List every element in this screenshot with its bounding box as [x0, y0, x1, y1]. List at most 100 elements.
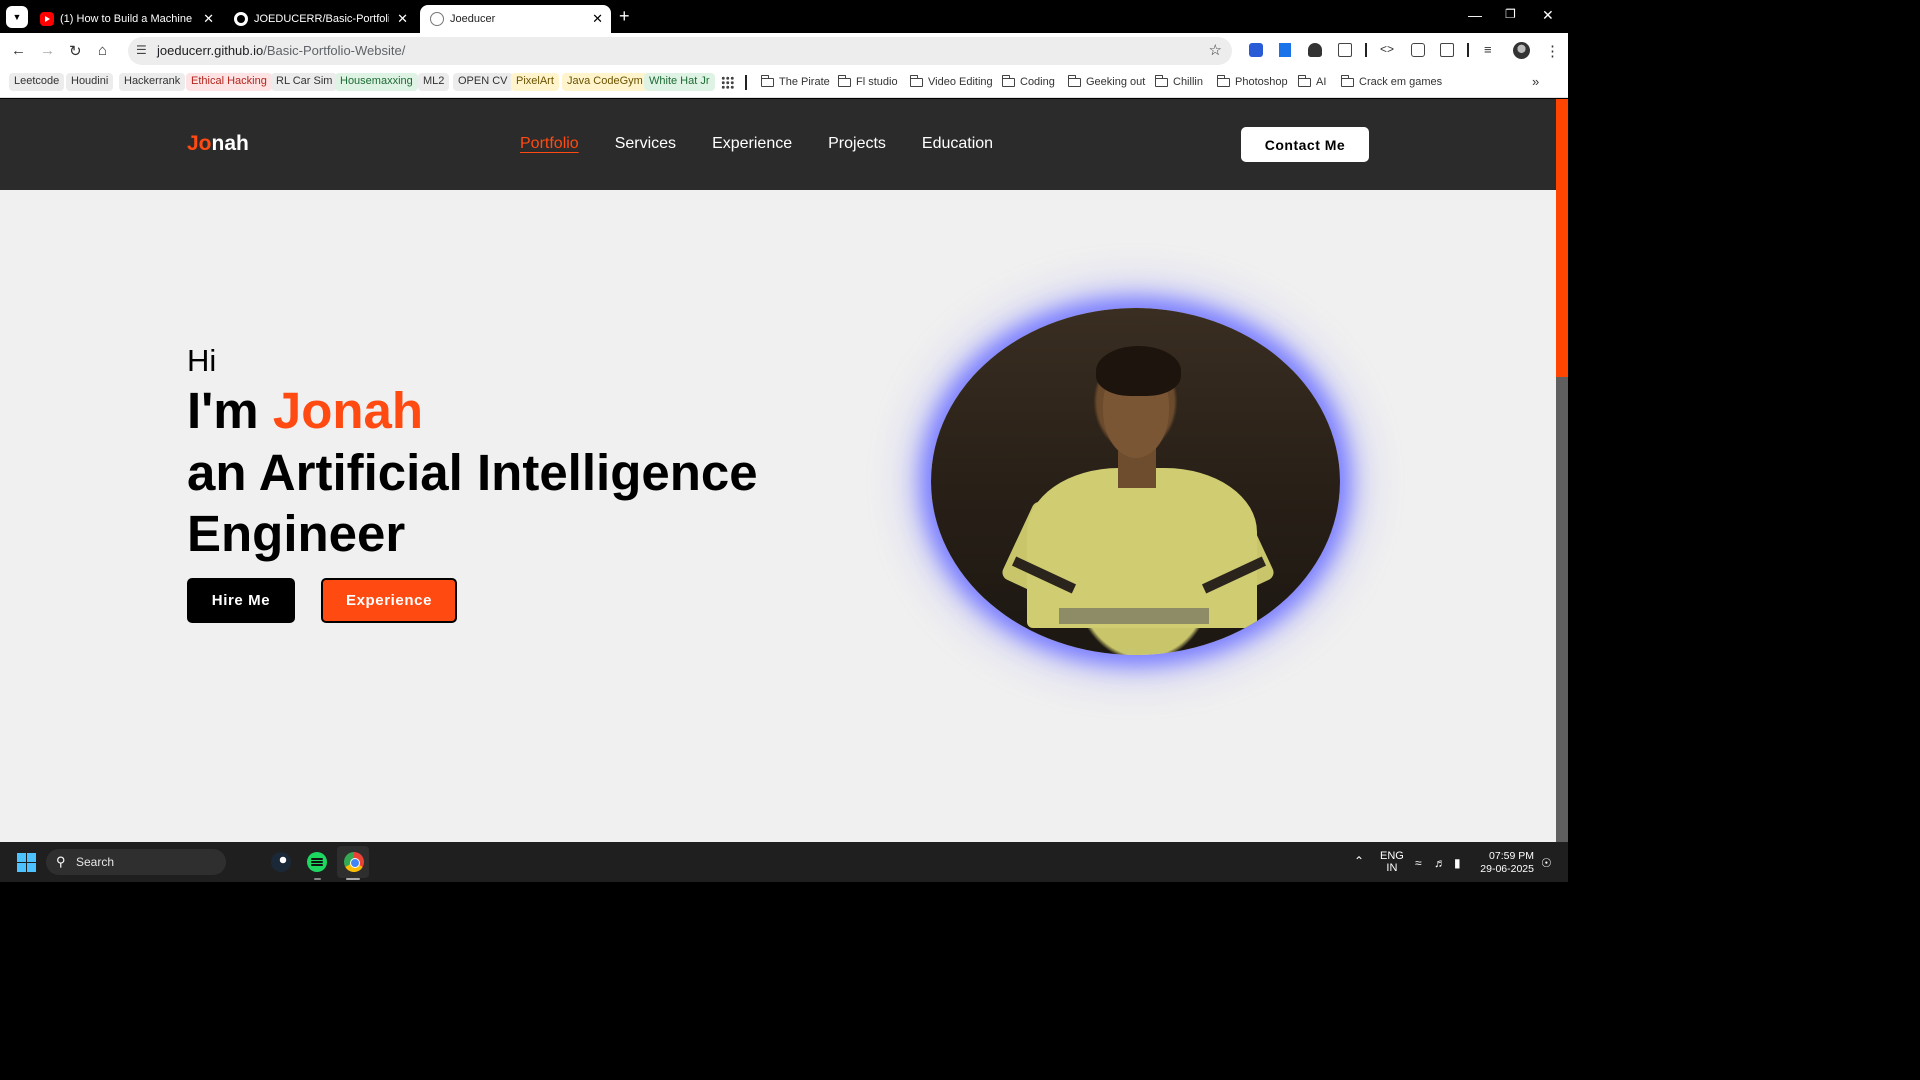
contact-me-button[interactable]: Contact Me: [1241, 127, 1369, 162]
bookmark-item[interactable]: ML2: [418, 73, 450, 91]
forward-arrow-icon[interactable]: →: [40, 42, 55, 59]
logo-accent: Jo: [187, 132, 212, 155]
hire-me-button[interactable]: Hire Me: [187, 578, 295, 623]
bookmark-folder[interactable]: Coding: [1001, 74, 1060, 92]
close-icon[interactable]: ✕: [397, 11, 408, 27]
volume-icon[interactable]: ♬: [1434, 856, 1446, 870]
toolbar-divider: [1365, 43, 1367, 57]
notification-bell-icon[interactable]: ☉: [1541, 856, 1552, 870]
hero-intro-prefix: I'm: [187, 382, 259, 439]
reading-list-icon[interactable]: ≡: [1484, 42, 1492, 57]
bookmark-folder[interactable]: AI: [1297, 74, 1331, 92]
bookmark-item[interactable]: Housemaxxing: [335, 73, 418, 91]
browser-tab-joeducer[interactable]: Joeducer ✕: [420, 5, 611, 33]
nav-link-education[interactable]: Education: [922, 135, 993, 153]
toolbar-divider: [1467, 43, 1469, 57]
experience-button[interactable]: Experience: [321, 578, 457, 623]
windows-start-icon[interactable]: [17, 853, 36, 872]
site-header: Jonah Portfolio Services Experience Proj…: [0, 99, 1556, 190]
apps-grid-icon[interactable]: [721, 76, 734, 89]
minimize-icon[interactable]: —: [1468, 7, 1482, 23]
chevron-up-icon[interactable]: ⌃: [1354, 854, 1364, 868]
extension-trello-icon[interactable]: [1279, 43, 1291, 57]
chevron-down-icon: ▼: [12, 12, 22, 22]
bookmark-item[interactable]: RL Car Sim: [271, 73, 338, 91]
folder-icon: [1067, 75, 1081, 87]
windows-taskbar: ⚲ Search ⌃ ENG IN ≈ ♬ ▮ 07:59 PM 29-06-2…: [0, 842, 1568, 882]
extension-robot-icon[interactable]: [1411, 43, 1425, 57]
bookmark-folder[interactable]: Photoshop: [1216, 74, 1293, 92]
page-viewport: Jonah Portfolio Services Experience Proj…: [0, 99, 1556, 842]
bookmark-item[interactable]: Hackerrank: [119, 73, 186, 91]
extensions-puzzle-icon[interactable]: [1338, 43, 1352, 57]
window-close-icon[interactable]: ✕: [1542, 7, 1554, 24]
battery-icon[interactable]: ▮: [1454, 856, 1461, 870]
language-indicator[interactable]: ENG IN: [1380, 850, 1404, 874]
steam-icon[interactable]: [271, 852, 291, 872]
spotify-icon[interactable]: [307, 852, 327, 872]
tab-search-button[interactable]: ▼: [6, 6, 28, 28]
url-text[interactable]: joeducerr.github.io/Basic-Portfolio-Webs…: [157, 43, 405, 58]
bookmark-folder[interactable]: The Pirate: [760, 74, 835, 92]
url-host: joeducerr.github.io: [157, 43, 264, 58]
profile-avatar[interactable]: [1513, 42, 1530, 59]
bookmark-item[interactable]: OPEN CV: [453, 73, 513, 91]
nav-link-projects[interactable]: Projects: [828, 135, 886, 153]
reload-icon[interactable]: ↻: [69, 42, 82, 60]
browser-toolbar: ← → ↻ ⌂ ☰ joeducerr.github.io/Basic-Port…: [0, 33, 1568, 69]
folder-icon: [1154, 75, 1168, 87]
extension-hat-icon[interactable]: [1308, 43, 1322, 57]
bookmark-folder-label: Coding: [1020, 76, 1055, 88]
taskbar-search[interactable]: ⚲ Search: [46, 849, 226, 875]
browser-tab-github[interactable]: JOEDUCERR/Basic-Portfolio-We ✕: [224, 5, 416, 33]
nav-link-services[interactable]: Services: [615, 135, 676, 153]
site-info-icon[interactable]: ☰: [136, 43, 147, 57]
address-bar[interactable]: ☰ joeducerr.github.io/Basic-Portfolio-We…: [128, 37, 1232, 65]
back-arrow-icon[interactable]: ←: [11, 42, 26, 59]
bookmark-folder[interactable]: Crack em games: [1340, 74, 1447, 92]
bookmark-folder[interactable]: Video Editing: [909, 74, 998, 92]
bookmark-item[interactable]: Leetcode: [9, 73, 65, 91]
nav-link-experience[interactable]: Experience: [712, 135, 792, 153]
bookmark-folder-label: Chillin: [1173, 76, 1203, 88]
bookmark-star-icon[interactable]: ☆: [1209, 41, 1222, 59]
folder-icon: [1216, 75, 1230, 87]
bookmark-item[interactable]: PixelArt: [511, 73, 559, 91]
wifi-icon[interactable]: ≈: [1415, 856, 1422, 870]
youtube-icon: [40, 12, 54, 26]
new-tab-plus-icon[interactable]: +: [619, 6, 630, 27]
bookmark-item[interactable]: White Hat Jr: [644, 73, 715, 91]
close-icon[interactable]: ✕: [203, 11, 214, 27]
folder-icon: [909, 75, 923, 87]
chrome-icon[interactable]: [344, 852, 364, 872]
folder-icon: [1001, 75, 1015, 87]
extension-translate-icon[interactable]: [1249, 43, 1263, 57]
bookmark-folder[interactable]: Fl studio: [837, 74, 903, 92]
site-logo[interactable]: Jonah: [187, 132, 249, 156]
more-menu-icon[interactable]: ⋮: [1545, 42, 1560, 60]
chevron-double-right-icon[interactable]: »: [1532, 74, 1539, 89]
photo-detail: [1059, 608, 1209, 624]
restore-icon[interactable]: ❐: [1505, 7, 1516, 21]
browser-tab-youtube[interactable]: (1) How to Build a Machine Lea ✕: [30, 5, 222, 33]
bookmark-folder[interactable]: Chillin: [1154, 74, 1208, 92]
nav-link-portfolio[interactable]: Portfolio: [520, 135, 579, 153]
logo-rest: nah: [211, 132, 249, 155]
taskbar-clock[interactable]: 07:59 PM 29-06-2025: [1480, 850, 1534, 876]
hero-role-line: an Artificial Intelligence: [187, 444, 758, 501]
close-icon[interactable]: ✕: [592, 11, 603, 27]
bookmark-item[interactable]: Java CodeGym: [562, 73, 648, 91]
home-icon[interactable]: ⌂: [98, 42, 107, 59]
bookmark-folder-label: Fl studio: [856, 76, 898, 88]
hero-role-line: Engineer: [187, 505, 406, 562]
running-indicator: [314, 878, 321, 880]
code-icon[interactable]: <>: [1380, 42, 1394, 56]
cast-devices-icon[interactable]: [1440, 43, 1454, 57]
tab-title: JOEDUCERR/Basic-Portfolio-We: [254, 13, 389, 25]
page-scrollbar[interactable]: [1556, 99, 1568, 842]
bookmark-item[interactable]: Ethical Hacking: [186, 73, 272, 91]
profile-photo: [931, 308, 1340, 655]
scrollbar-thumb[interactable]: [1556, 99, 1568, 377]
bookmark-item[interactable]: Houdini: [66, 73, 114, 91]
bookmark-folder[interactable]: Geeking out: [1067, 74, 1150, 92]
